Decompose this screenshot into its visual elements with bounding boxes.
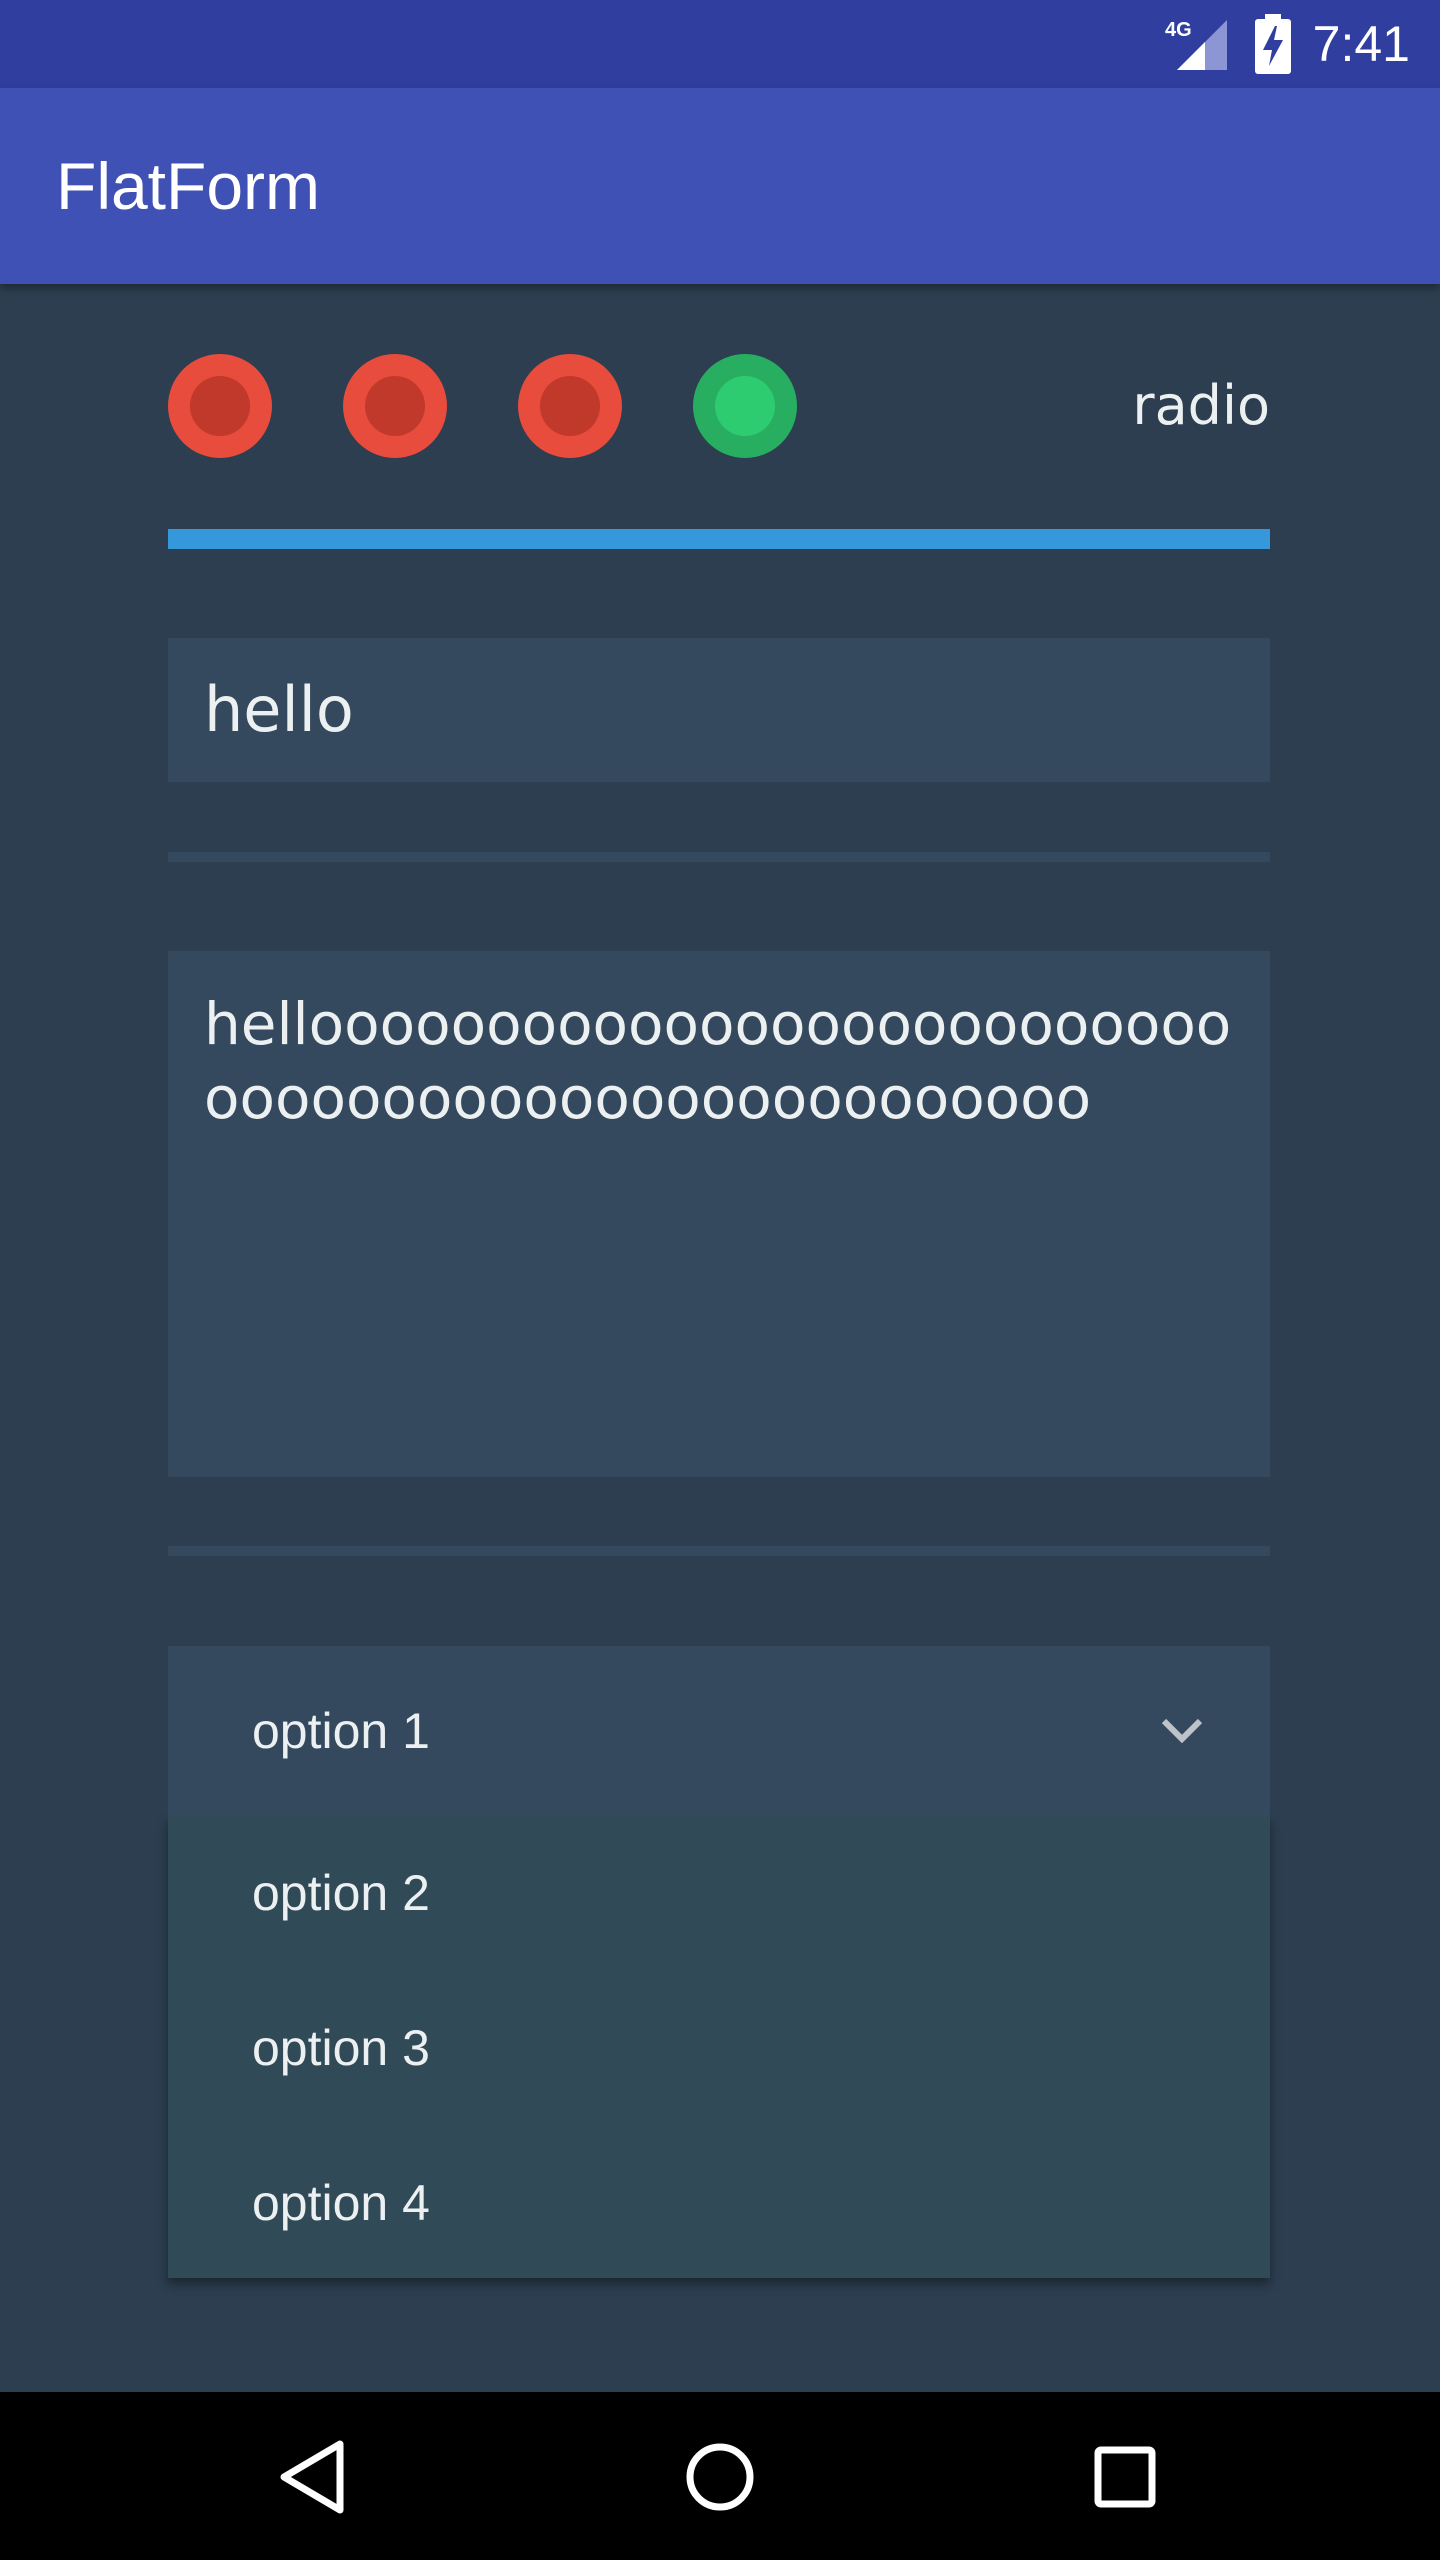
status-time: 7:41 (1312, 16, 1410, 72)
app-title: FlatForm (56, 149, 320, 223)
navigation-bar (0, 2392, 1440, 2560)
radio-dot (540, 376, 600, 436)
status-bar: 4G 7:41 (0, 0, 1440, 88)
menu-item-option-2[interactable]: option 2 (168, 1816, 1270, 1971)
dropdown-menu: option 2 option 3 option 4 (168, 1816, 1270, 2278)
progress-bar (168, 529, 1270, 549)
divider (168, 1546, 1270, 1556)
text-input[interactable] (168, 638, 1270, 782)
radio-button-4-selected[interactable] (693, 354, 797, 458)
select-selected-value: option 1 (252, 1703, 430, 1759)
select-dropdown[interactable]: option 1 (168, 1646, 1270, 1816)
textarea[interactable]: helloooooooooooooooooooooooooooooooooooo… (168, 951, 1270, 1477)
menu-item-option-3[interactable]: option 3 (168, 1971, 1270, 2126)
radio-button-2[interactable] (343, 354, 447, 458)
radio-button-1[interactable] (168, 354, 272, 458)
battery-charging-icon (1255, 14, 1291, 74)
signal-4g-icon: 4G (1165, 19, 1227, 70)
radio-dot (715, 376, 775, 436)
app-bar: FlatForm (0, 88, 1440, 284)
chevron-down-icon[interactable] (1158, 1713, 1206, 1749)
radio-button-3[interactable] (518, 354, 622, 458)
radio-dot (190, 376, 250, 436)
network-type-label: 4G (1165, 19, 1192, 41)
radio-dot (365, 376, 425, 436)
back-icon[interactable] (270, 2432, 360, 2522)
divider (168, 852, 1270, 862)
recents-icon[interactable] (1080, 2432, 1170, 2522)
home-icon[interactable] (675, 2432, 765, 2522)
radio-label: radio (1132, 374, 1270, 437)
menu-item-option-4[interactable]: option 4 (168, 2126, 1270, 2281)
